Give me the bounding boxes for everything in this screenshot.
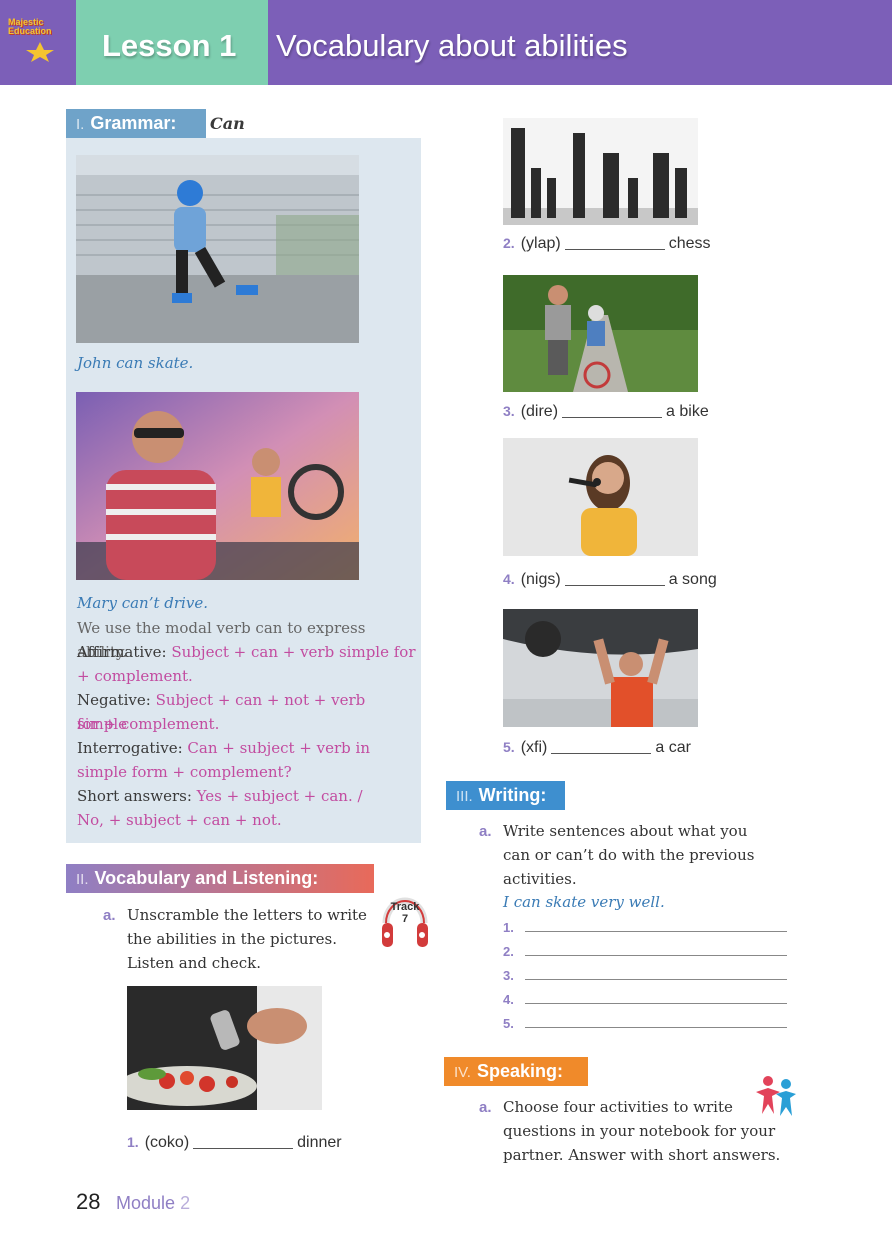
affirmative-label: Affirmative:: [77, 643, 167, 661]
vocab-item-2: 2. (ylap) chess: [503, 235, 711, 252]
driving-photo: [76, 392, 359, 580]
vocab-a-letter: a.: [103, 907, 116, 924]
writing-instruction: Write sentences about what you can or ca…: [503, 822, 755, 888]
logo-line2: Education: [8, 26, 52, 36]
short-answers-formula-cont: No, + subject + can + not.: [77, 811, 282, 829]
vocab-item-3: 3. (dire) a bike: [503, 403, 709, 420]
speaking-instruction: Choose four activities to write question…: [503, 1098, 781, 1164]
caption-drive: Mary can’t drive.: [77, 594, 208, 612]
short-answers-formula: Yes + subject + can. /: [196, 787, 363, 805]
writing-line-1: 1.: [503, 920, 787, 935]
affirmative-formula-cont: + complement.: [77, 667, 193, 685]
skating-photo: [76, 155, 359, 343]
answer-blank[interactable]: [562, 417, 663, 418]
writing-line-2: 2.: [503, 944, 787, 959]
bike-photo: [503, 275, 698, 392]
speaking-heading: IV. Speaking:: [444, 1057, 588, 1086]
publisher-logo: Majestic Education: [0, 0, 76, 85]
answer-blank[interactable]: [564, 585, 665, 586]
page-number: 28: [76, 1189, 101, 1214]
grammar-heading-word: Can: [206, 109, 270, 138]
interrogative-rule: Interrogative: Can + subject + verb in: [77, 736, 417, 760]
speaking-a-letter: a.: [479, 1099, 492, 1116]
writing-line-5: 5.: [503, 1016, 787, 1031]
module-label: Module 2: [116, 1193, 191, 1213]
grammar-heading: I. Grammar:: [66, 109, 206, 138]
lesson-title: Vocabulary about abilities: [276, 28, 628, 63]
mechanic-photo: [503, 609, 698, 727]
section-number: III.: [456, 788, 473, 805]
answer-blank[interactable]: [564, 249, 665, 250]
interrogative-formula: Can + subject + verb in: [187, 739, 370, 757]
vocab-item-4: 4. (nigs) a song: [503, 571, 717, 588]
short-answers-label: Short answers:: [77, 787, 192, 805]
interrogative-formula-cont: simple form + complement?: [77, 763, 292, 781]
interrogative-label: Interrogative:: [77, 739, 183, 757]
writing-input-line[interactable]: [525, 955, 787, 956]
track-label: Track: [390, 901, 420, 913]
vocab-instruction: Unscramble the letters to write the abil…: [127, 906, 367, 972]
cooking-photo: [127, 986, 322, 1110]
vocab-item-5: 5. (xfi) a car: [503, 739, 691, 756]
caption-skate: John can skate.: [77, 354, 194, 372]
vocab-item-1: 1. (coko) dinner: [127, 1134, 342, 1151]
singing-photo: [503, 438, 698, 556]
vocabulary-heading: II. Vocabulary and Listening:: [66, 864, 374, 893]
track-number: 7: [401, 913, 409, 925]
section-number: IV.: [454, 1064, 471, 1081]
negative-formula-cont: for + complement.: [77, 715, 220, 733]
writing-line-3: 3.: [503, 968, 787, 983]
section-number: I.: [76, 116, 85, 133]
vocabulary-heading-text: Vocabulary and Listening:: [94, 868, 319, 888]
chess-photo: [503, 118, 698, 225]
writing-line-4: 4.: [503, 992, 787, 1007]
answer-blank[interactable]: [193, 1148, 294, 1149]
affirmative-rule: Affirmative: Subject + can + verb simple…: [77, 640, 417, 664]
lesson-label: Lesson 1: [102, 28, 237, 63]
writing-a-letter: a.: [479, 823, 492, 840]
writing-input-line[interactable]: [525, 931, 787, 932]
writing-heading: III. Writing:: [446, 781, 565, 810]
writing-example: I can skate very well.: [503, 893, 665, 911]
writing-input-line[interactable]: [525, 979, 787, 980]
affirmative-formula: Subject + can + verb simple for: [171, 643, 416, 661]
audio-track-badge[interactable]: Track 7: [380, 883, 430, 953]
logo-star-icon: [26, 42, 54, 62]
writing-input-line[interactable]: [525, 1027, 787, 1028]
speaking-heading-text: Speaking:: [476, 1061, 563, 1081]
writing-heading-text: Writing:: [478, 785, 547, 805]
section-number: II.: [76, 871, 89, 888]
writing-input-line[interactable]: [525, 1003, 787, 1004]
short-answers-rule: Short answers: Yes + subject + can. /: [77, 784, 417, 808]
answer-blank[interactable]: [551, 753, 652, 754]
grammar-heading-text: Grammar:: [90, 113, 177, 133]
negative-label: Negative:: [77, 691, 151, 709]
